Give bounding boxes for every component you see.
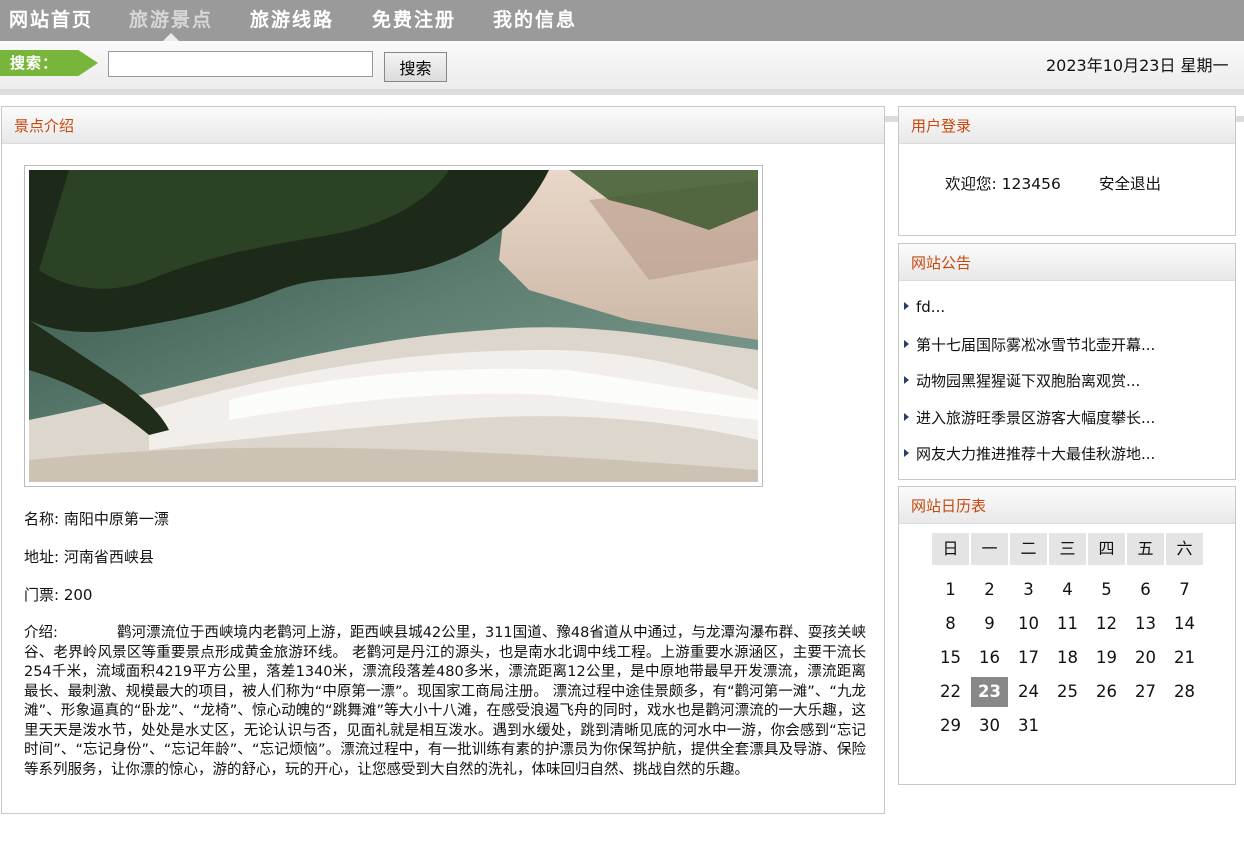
bullet-arrow-icon [904,449,909,457]
calendar-day[interactable]: 27 [1127,677,1164,707]
calendar-day[interactable]: 22 [932,677,969,707]
notice-item[interactable]: 第十七届国际雾凇冰雪节北壶开幕... [904,334,1155,355]
calendar-day[interactable]: 25 [1049,677,1086,707]
calendar-day[interactable]: 12 [1088,609,1125,639]
notice-item[interactable]: 进入旅游旺季景区游客大幅度攀长... [904,407,1155,428]
calendar-day[interactable]: 16 [971,643,1008,673]
address-value: 河南省西峡县 [63,548,154,566]
calendar-day[interactable]: 26 [1088,677,1125,707]
header-divider [0,89,1244,95]
attraction-photo [29,170,758,482]
search-button[interactable]: 搜索 [384,52,447,82]
calendar-day[interactable]: 19 [1088,643,1125,673]
attraction-panel-title: 景点介绍 [2,107,884,144]
search-input[interactable] [108,51,373,77]
bullet-arrow-icon [904,413,909,421]
calendar-day[interactable]: 3 [1010,575,1047,605]
search-bar: 搜索： 搜索 2023年10月23日 星期一 [0,41,1244,89]
nav-my-info[interactable]: 我的信息 [493,0,577,41]
notice-item[interactable]: 动物园黑猩猩诞下双胞胎离观赏... [904,370,1140,391]
calendar-day[interactable]: 15 [932,643,969,673]
calendar-day[interactable]: 5 [1088,575,1125,605]
name-value: 南阳中原第一漂 [63,510,169,528]
calendar-day[interactable]: 11 [1049,609,1086,639]
logout-link[interactable]: 安全退出 [1099,172,1161,194]
attraction-panel: 景点介绍 名称: 南阳中原第一漂 地址: 河南省西峡县 门票: 200 介绍: … [1,106,885,814]
calendar-day[interactable]: 14 [1166,609,1203,639]
notice-text: 进入旅游旺季景区游客大幅度攀长... [916,409,1156,427]
login-panel: 用户登录 欢迎您: 123456 安全退出 [898,106,1236,236]
calendar-day[interactable]: 28 [1166,677,1203,707]
nav-register[interactable]: 免费注册 [372,0,456,41]
active-tab-caret-icon [163,33,179,41]
sidebar-divider [885,116,898,122]
calendar-day[interactable]: 6 [1127,575,1164,605]
nav-home[interactable]: 网站首页 [9,0,93,41]
notice-text: 动物园黑猩猩诞下双胞胎离观赏... [916,372,1141,390]
attraction-intro: 介绍: 鹳河漂流位于西峡境内老鹳河上游，距西峡县城42公里，311国道、豫48省道… [24,624,866,780]
current-date: 2023年10月23日 星期一 [1046,56,1229,75]
calendar-day[interactable]: 13 [1127,609,1164,639]
calendar-weekday: 三 [1049,533,1086,565]
calendar-weekday: 一 [971,533,1008,565]
login-panel-title: 用户登录 [899,107,1235,144]
bullet-arrow-icon [904,302,909,310]
bullet-arrow-icon [904,376,909,384]
sidebar-divider-right [1236,116,1244,122]
notice-panel: 网站公告 fd... 第十七届国际雾凇冰雪节北壶开幕... 动物园黑猩猩诞下双胞… [898,243,1236,480]
calendar-day[interactable]: 10 [1010,609,1047,639]
notice-text: fd... [916,298,946,316]
ticket-value: 200 [63,586,93,604]
calendar-day[interactable]: 9 [971,609,1008,639]
bullet-arrow-icon [904,340,909,348]
attraction-name: 名称: 南阳中原第一漂 [24,508,169,529]
calendar-day[interactable]: 1 [932,575,969,605]
attraction-address: 地址: 河南省西峡县 [24,546,154,567]
search-tag-label: 搜索： [0,50,98,76]
address-label: 地址: [24,548,60,566]
calendar-day[interactable]: 8 [932,609,969,639]
calendar-panel: 网站日历表 日一二三四五六 1 2 3 4 5 6 7 8 9 10 11 12 13 14 15 16 17 18… [898,486,1236,785]
top-nav: 网站首页 旅游景点 旅游线路 免费注册 我的信息 [0,0,1244,41]
notice-panel-title: 网站公告 [899,244,1235,281]
calendar-day[interactable]: 29 [932,711,969,741]
intro-label: 介绍: [24,625,58,641]
calendar-weekday: 四 [1088,533,1125,565]
calendar-day[interactable]: 21 [1166,643,1203,673]
calendar-day[interactable]: 17 [1010,643,1047,673]
calendar-panel-title: 网站日历表 [899,487,1235,524]
calendar-day[interactable]: 4 [1049,575,1086,605]
name-label: 名称: [24,510,60,528]
intro-text: 鹳河漂流位于西峡境内老鹳河上游，距西峡县城42公里，311国道、豫48省道从中通… [24,625,866,778]
calendar-weekday: 二 [1010,533,1047,565]
calendar-day[interactable]: 30 [971,711,1008,741]
nav-routes[interactable]: 旅游线路 [250,0,334,41]
calendar-day[interactable]: 2 [971,575,1008,605]
calendar-weekday: 六 [1166,533,1203,565]
calendar-day[interactable]: 20 [1127,643,1164,673]
calendar-weekday: 五 [1127,533,1164,565]
calendar-weekday: 日 [932,533,969,565]
welcome-text: 欢迎您: 123456 [945,175,1061,193]
calendar-day[interactable]: 24 [1010,677,1047,707]
calendar-day[interactable]: 7 [1166,575,1203,605]
notice-text: 网友大力推进推荐十大最佳秋游地... [916,445,1156,463]
notice-text: 第十七届国际雾凇冰雪节北壶开幕... [916,336,1156,354]
calendar-day[interactable]: 18 [1049,643,1086,673]
calendar-day-today[interactable]: 23 [971,677,1008,707]
notice-item[interactable]: 网友大力推进推荐十大最佳秋游地... [904,443,1155,464]
calendar-day[interactable]: 31 [1010,711,1047,741]
attraction-ticket: 门票: 200 [24,584,92,605]
ticket-label: 门票: [24,586,60,604]
notice-item[interactable]: fd... [904,298,945,316]
attraction-photo-frame [24,165,763,487]
